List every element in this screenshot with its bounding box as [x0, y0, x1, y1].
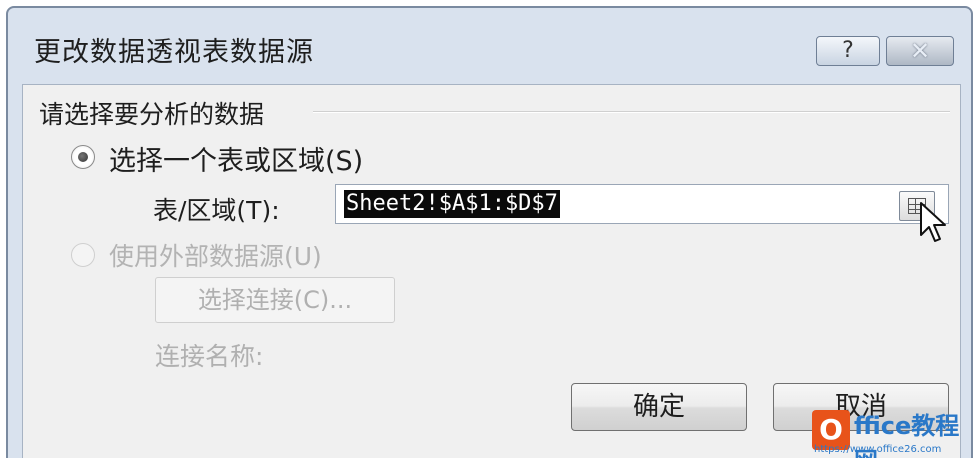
- ok-button[interactable]: 确定: [571, 383, 747, 431]
- title-bar: 更改数据透视表数据源 ? ✕: [8, 8, 971, 78]
- help-button[interactable]: ?: [816, 36, 880, 66]
- dialog-title: 更改数据透视表数据源: [34, 37, 314, 68]
- group-title: 请选择要分析的数据: [39, 100, 265, 129]
- connection-name-label: 连接名称:: [155, 342, 264, 371]
- select-table-range-label[interactable]: 选择一个表或区域(S): [109, 139, 363, 178]
- pivot-table-data-source-dialog: 更改数据透视表数据源 ? ✕ 请选择要分析的数据 选择一个表或区域(S) 表/区…: [6, 6, 973, 458]
- close-button[interactable]: ✕: [886, 36, 954, 66]
- use-external-source-label[interactable]: 使用外部数据源(U): [109, 237, 322, 273]
- watermark-url: https://www.office26.com: [814, 444, 942, 455]
- choose-connection-button[interactable]: 选择连接(C)...: [155, 277, 395, 323]
- select-table-range-radio[interactable]: [71, 145, 95, 169]
- close-icon: ✕: [909, 37, 931, 65]
- site-watermark: O ffice教程网 https://www.office26.com: [812, 404, 976, 458]
- group-divider: [313, 111, 950, 113]
- table-range-value: Sheet2!$A$1:$D$7: [344, 190, 560, 218]
- ok-button-label: 确定: [632, 392, 685, 422]
- dialog-body: 请选择要分析的数据 选择一个表或区域(S) 表/区域(T): Sheet2!$A…: [22, 84, 961, 458]
- choose-connection-label: 选择连接(C)...: [197, 286, 353, 314]
- use-external-source-radio[interactable]: [71, 243, 95, 267]
- mouse-pointer-icon: [920, 202, 946, 242]
- question-icon: ?: [842, 38, 854, 63]
- table-range-input[interactable]: Sheet2!$A$1:$D$7: [335, 184, 949, 224]
- table-range-label: 表/区域(T):: [153, 196, 280, 225]
